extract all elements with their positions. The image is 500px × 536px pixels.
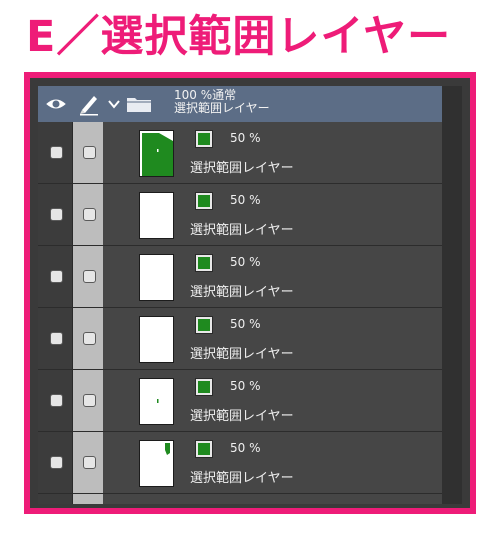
layer-panel: 100 %通常 選択範囲レイヤー 50 % 選択範囲レイヤー 50 % 選択範囲… bbox=[38, 86, 462, 504]
layer-opacity: 50 % bbox=[230, 131, 261, 145]
layer-row[interactable]: 50 % 選択範囲レイヤー bbox=[38, 308, 442, 370]
layer-opacity: 50 % bbox=[230, 441, 261, 455]
visibility-checkbox[interactable] bbox=[50, 394, 63, 407]
layer-thumbnail bbox=[139, 440, 174, 487]
lock-checkbox[interactable] bbox=[83, 456, 96, 469]
layer-row[interactable]: 50 % 選択範囲レイヤー bbox=[38, 122, 442, 184]
layer-folder-row[interactable]: 100 %通常 選択範囲レイヤー bbox=[38, 86, 442, 122]
visibility-checkbox[interactable] bbox=[50, 146, 63, 159]
folder-name: 選択範囲レイヤー bbox=[174, 101, 270, 115]
layer-thumbnail bbox=[139, 254, 174, 301]
layer-name: 選択範囲レイヤー bbox=[190, 409, 294, 424]
scrollbar-track[interactable] bbox=[442, 86, 462, 504]
layer-mask-icon bbox=[195, 378, 213, 396]
page-title: E／選択範囲レイヤー bbox=[26, 12, 452, 62]
layer-row[interactable]: 50 % 選択範囲レイヤー bbox=[38, 432, 442, 494]
lock-checkbox[interactable] bbox=[83, 270, 96, 283]
layer-opacity: 50 % bbox=[230, 255, 261, 269]
lock-checkbox[interactable] bbox=[83, 394, 96, 407]
visibility-checkbox[interactable] bbox=[50, 270, 63, 283]
lock-checkbox[interactable] bbox=[83, 146, 96, 159]
layer-name: 選択範囲レイヤー bbox=[190, 471, 294, 486]
highlight-frame: 100 %通常 選択範囲レイヤー 50 % 選択範囲レイヤー 50 % 選択範囲… bbox=[24, 72, 476, 514]
visibility-checkbox[interactable] bbox=[50, 208, 63, 221]
layer-opacity: 50 % bbox=[230, 193, 261, 207]
lock-checkbox[interactable] bbox=[83, 332, 96, 345]
layer-row[interactable]: 50 % 選択範囲レイヤー bbox=[38, 246, 442, 308]
eye-icon[interactable] bbox=[46, 94, 66, 114]
layer-name: 選択範囲レイヤー bbox=[190, 161, 294, 176]
layer-name: 選択範囲レイヤー bbox=[190, 223, 294, 238]
chevron-down-icon[interactable] bbox=[108, 97, 120, 111]
layer-mask-icon bbox=[195, 254, 213, 272]
layer-thumbnail bbox=[139, 192, 174, 239]
layer-row[interactable]: 50 % 選択範囲レイヤー bbox=[38, 370, 442, 432]
layer-opacity: 50 % bbox=[230, 379, 261, 393]
layer-mask-icon bbox=[195, 130, 213, 148]
visibility-checkbox[interactable] bbox=[50, 456, 63, 469]
layer-mask-icon bbox=[195, 192, 213, 210]
visibility-checkbox[interactable] bbox=[50, 332, 63, 345]
layer-thumbnail bbox=[139, 130, 174, 177]
layer-thumbnail bbox=[139, 316, 174, 363]
layer-list: 50 % 選択範囲レイヤー 50 % 選択範囲レイヤー 50 % 選択範囲レイヤ… bbox=[38, 122, 442, 494]
lock-checkbox[interactable] bbox=[83, 208, 96, 221]
layer-opacity: 50 % bbox=[230, 317, 261, 331]
layer-name: 選択範囲レイヤー bbox=[190, 347, 294, 362]
pen-icon[interactable] bbox=[78, 92, 100, 116]
layer-row[interactable]: 50 % 選択範囲レイヤー bbox=[38, 184, 442, 246]
folder-icon bbox=[127, 98, 151, 112]
layer-thumbnail bbox=[139, 378, 174, 425]
layer-name: 選択範囲レイヤー bbox=[190, 285, 294, 300]
layer-mask-icon bbox=[195, 316, 213, 334]
layer-mask-icon bbox=[195, 440, 213, 458]
